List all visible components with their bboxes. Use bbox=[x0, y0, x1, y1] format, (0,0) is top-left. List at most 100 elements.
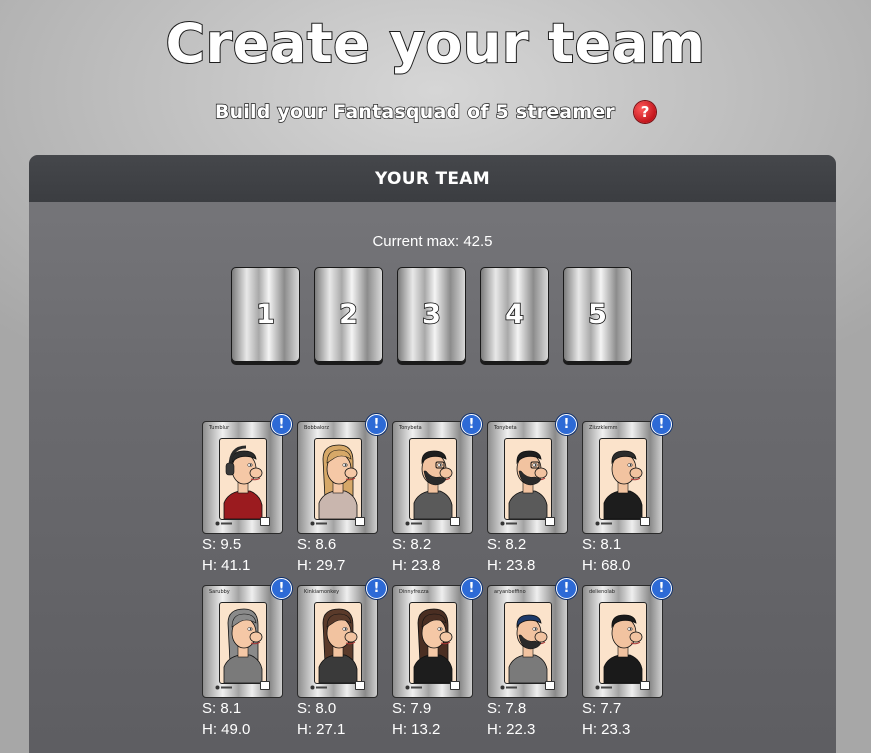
card-tag-icon bbox=[450, 517, 460, 526]
info-icon[interactable]: ! bbox=[651, 578, 672, 599]
info-icon[interactable]: ! bbox=[271, 578, 292, 599]
player-card-art[interactable]: Tonybeta! bbox=[392, 414, 482, 534]
streamer-portrait bbox=[314, 438, 362, 520]
card-tag-icon bbox=[545, 517, 555, 526]
card-tag-icon bbox=[640, 681, 650, 690]
player-card-art[interactable]: Bobbalorz! bbox=[297, 414, 387, 534]
card-brand-logo bbox=[595, 521, 613, 527]
slot-number: 3 bbox=[421, 298, 441, 331]
player-history: H: 49.0 bbox=[202, 721, 251, 738]
player-card-art[interactable]: Kinkiamonkey! bbox=[297, 578, 387, 698]
team-slot-2[interactable]: 2 bbox=[314, 267, 383, 362]
card-tag-icon bbox=[260, 681, 270, 690]
help-icon[interactable]: ? bbox=[634, 101, 657, 123]
subtitle-row: Build your Fantasquad of 5 streamer ? bbox=[0, 97, 871, 127]
card-streamer-name: Tonybeta bbox=[494, 425, 517, 431]
team-slot-3[interactable]: 3 bbox=[397, 267, 466, 362]
card-brand-logo bbox=[215, 521, 233, 527]
player-card[interactable]: Bobbalorz! S: 8.6 H: 29.7 bbox=[297, 414, 387, 576]
streamer-portrait bbox=[219, 438, 267, 520]
player-history: H: 23.3 bbox=[582, 721, 631, 738]
card-brand-logo bbox=[215, 685, 233, 691]
streamer-portrait bbox=[409, 438, 457, 520]
card-tag-icon bbox=[545, 681, 555, 690]
info-icon[interactable]: ! bbox=[461, 414, 482, 435]
player-history: H: 27.1 bbox=[297, 721, 346, 738]
card-tag-icon bbox=[450, 681, 460, 690]
player-card[interactable]: Tonybeta! S: 8.2 H: 23.8 bbox=[487, 414, 577, 576]
page-title: Create your team bbox=[165, 11, 706, 76]
player-card-art[interactable]: aryanbeffino! bbox=[487, 578, 577, 698]
player-score: S: 8.2 bbox=[487, 536, 527, 553]
player-score: S: 7.8 bbox=[487, 700, 527, 717]
player-score: S: 8.1 bbox=[202, 700, 242, 717]
slot-number: 2 bbox=[338, 298, 358, 331]
info-icon[interactable]: ! bbox=[651, 414, 672, 435]
player-card[interactable]: Sarubby! S: 8.1 H: 49.0 bbox=[202, 578, 292, 740]
card-streamer-name: Ziizzklemm bbox=[589, 425, 618, 431]
card-streamer-name: delienolab bbox=[589, 589, 615, 595]
streamer-portrait bbox=[504, 438, 552, 520]
page-subtitle: Build your Fantasquad of 5 streamer bbox=[214, 100, 615, 123]
info-icon[interactable]: ! bbox=[556, 578, 577, 599]
streamer-portrait bbox=[409, 602, 457, 684]
panel-title: YOUR TEAM bbox=[375, 168, 490, 189]
card-streamer-name: aryanbeffino bbox=[494, 589, 526, 595]
slot-number: 1 bbox=[255, 298, 275, 331]
player-score: S: 7.9 bbox=[392, 700, 432, 717]
team-slot-5[interactable]: 5 bbox=[563, 267, 632, 362]
player-card-art[interactable]: Sarubby! bbox=[202, 578, 292, 698]
card-streamer-name: Tumblur bbox=[209, 425, 230, 431]
card-streamer-name: Bobbalorz bbox=[304, 425, 330, 431]
slot-number: 4 bbox=[504, 298, 524, 331]
info-icon[interactable]: ! bbox=[271, 414, 292, 435]
info-icon[interactable]: ! bbox=[366, 414, 387, 435]
player-card[interactable]: aryanbeffino! S: 7.8 H: 22.3 bbox=[487, 578, 577, 740]
player-card-art[interactable]: Ziizzklemm! bbox=[582, 414, 672, 534]
player-card-art[interactable]: delienolab! bbox=[582, 578, 672, 698]
streamer-portrait bbox=[599, 602, 647, 684]
player-score: S: 8.1 bbox=[582, 536, 622, 553]
card-tag-icon bbox=[640, 517, 650, 526]
info-icon[interactable]: ! bbox=[556, 414, 577, 435]
player-score: S: 8.0 bbox=[297, 700, 337, 717]
card-tag-icon bbox=[355, 681, 365, 690]
player-card-art[interactable]: Dinnyfrezza! bbox=[392, 578, 482, 698]
card-brand-logo bbox=[405, 685, 423, 691]
player-card[interactable]: delienolab! S: 7.7 H: 23.3 bbox=[582, 578, 672, 740]
team-slots: 1 2 3 4 5 bbox=[231, 267, 632, 362]
card-tag-icon bbox=[355, 517, 365, 526]
card-brand-logo bbox=[595, 685, 613, 691]
card-streamer-name: Tonybeta bbox=[399, 425, 422, 431]
card-streamer-name: Dinnyfrezza bbox=[399, 589, 429, 595]
streamer-portrait bbox=[314, 602, 362, 684]
player-score: S: 9.5 bbox=[202, 536, 242, 553]
player-card[interactable]: Tonybeta! S: 8.2 H: 23.8 bbox=[392, 414, 482, 576]
player-card-art[interactable]: Tonybeta! bbox=[487, 414, 577, 534]
player-history: H: 23.8 bbox=[487, 557, 536, 574]
card-streamer-name: Sarubby bbox=[209, 589, 230, 595]
team-slot-4[interactable]: 4 bbox=[480, 267, 549, 362]
player-history: H: 23.8 bbox=[392, 557, 441, 574]
panel-header: YOUR TEAM bbox=[29, 155, 836, 202]
current-max: Current max: 42.5 bbox=[372, 233, 493, 250]
card-brand-logo bbox=[500, 521, 518, 527]
player-history: H: 13.2 bbox=[392, 721, 441, 738]
card-streamer-name: Kinkiamonkey bbox=[304, 589, 340, 595]
card-brand-logo bbox=[500, 685, 518, 691]
card-brand-logo bbox=[310, 685, 328, 691]
player-history: H: 41.1 bbox=[202, 557, 251, 574]
player-card[interactable]: Dinnyfrezza! S: 7.9 H: 13.2 bbox=[392, 578, 482, 740]
player-card[interactable]: Kinkiamonkey! S: 8.0 H: 27.1 bbox=[297, 578, 387, 740]
player-history: H: 22.3 bbox=[487, 721, 536, 738]
streamer-portrait bbox=[504, 602, 552, 684]
player-card[interactable]: Ziizzklemm! S: 8.1 H: 68.0 bbox=[582, 414, 672, 576]
streamer-portrait bbox=[219, 602, 267, 684]
player-grid: Tumblur! S: 9.5 H: 41.1 Bobbalorz! S: 8.6 H: … bbox=[202, 414, 672, 740]
team-slot-1[interactable]: 1 bbox=[231, 267, 300, 362]
card-brand-logo bbox=[405, 521, 423, 527]
info-icon[interactable]: ! bbox=[461, 578, 482, 599]
player-card-art[interactable]: Tumblur! bbox=[202, 414, 292, 534]
player-card[interactable]: Tumblur! S: 9.5 H: 41.1 bbox=[202, 414, 292, 576]
info-icon[interactable]: ! bbox=[366, 578, 387, 599]
